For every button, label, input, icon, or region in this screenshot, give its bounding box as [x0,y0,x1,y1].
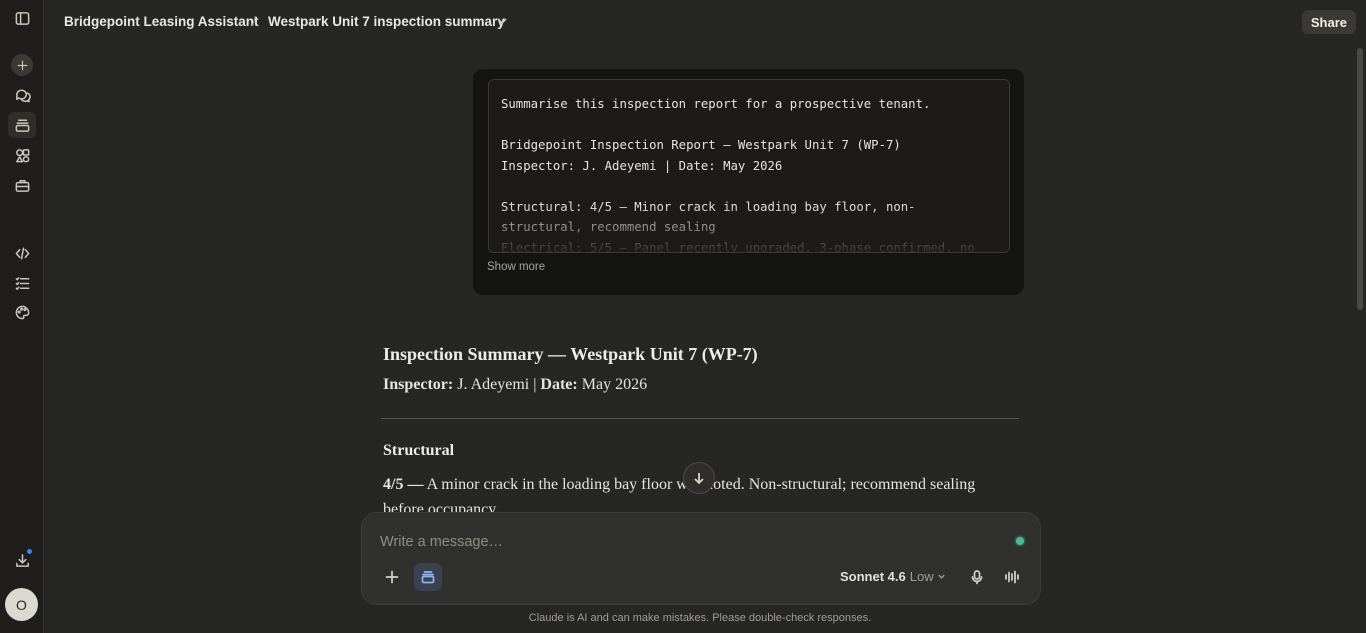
waveform-icon [1005,570,1019,584]
header: Bridgepoint Leasing Assistant / Westpark… [44,0,1366,44]
breadcrumb-project[interactable]: Bridgepoint Leasing Assistant [64,14,259,29]
message-input[interactable] [380,531,980,553]
chats-icon[interactable] [8,82,36,108]
status-indicator [1016,537,1024,545]
code-icon[interactable] [8,240,36,266]
section-heading-structural: Structural [383,442,455,459]
palette-icon[interactable] [8,299,36,325]
pasted-text-block: Summarise this inspection report for a p… [488,79,1010,253]
user-message: Summarise this inspection report for a p… [473,69,1024,295]
response-meta: Inspector: J. Adeyemi | Date: May 2026 [383,376,647,394]
tasks-icon[interactable] [8,270,36,296]
dictation-button[interactable] [963,563,991,591]
model-selector[interactable]: Sonnet 4.6 Low [840,569,946,584]
download-icon[interactable] [8,547,36,573]
sidebar-toggle-icon[interactable] [8,5,36,31]
project-icon [421,571,435,584]
new-chat-icon[interactable] [11,54,33,76]
chevron-down-icon[interactable] [496,14,510,28]
microphone-icon [971,570,983,585]
artifacts-icon[interactable] [8,142,36,168]
share-button[interactable]: Share [1301,10,1356,34]
structural-score: 4/5 — [383,476,424,493]
response-title: Inspection Summary — Westpark Unit 7 (WP… [383,344,758,364]
scrollbar[interactable] [1357,48,1363,310]
tools-icon[interactable] [8,172,36,198]
inspector-label: Inspector: [383,376,454,393]
project-context-button[interactable] [414,563,442,591]
model-name: Sonnet 4.6 [840,569,906,584]
effort-level: Low [909,569,934,584]
plus-icon [385,570,399,584]
disclaimer: Claude is AI and can make mistakes. Plea… [528,612,872,624]
arrow-down-icon [694,473,704,485]
date-value: May 2026 [577,376,648,393]
date-label: Date: [540,376,578,393]
notification-badge [26,548,33,555]
chevron-down-icon [937,574,945,579]
projects-icon[interactable] [8,112,36,138]
chat-title[interactable]: Westpark Unit 7 inspection summary [268,14,505,29]
show-more-link[interactable]: Show more [487,261,545,273]
composer: Sonnet 4.6Low [361,512,1041,605]
divider [381,418,1019,419]
add-attachment-button[interactable] [378,563,406,591]
scroll-to-bottom-button[interactable] [683,462,715,494]
inspector-value: J. Adeyemi | [453,376,541,393]
voice-mode-button[interactable] [998,563,1026,591]
breadcrumb-separator: / [252,13,256,29]
sidebar: O [0,0,44,633]
